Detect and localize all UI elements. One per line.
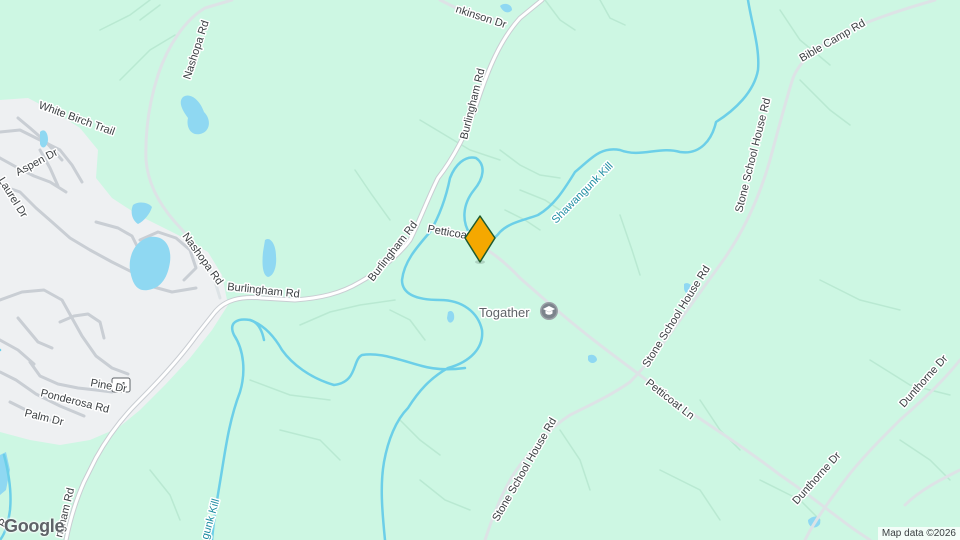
map-canvas[interactable]: 61 Nashopa Rd Nashopa Rd White Birch Tra… bbox=[0, 0, 960, 540]
google-logo: Google bbox=[4, 516, 65, 536]
poi-togather[interactable]: Togather bbox=[478, 302, 558, 322]
map-view[interactable]: 61 Nashopa Rd Nashopa Rd White Birch Tra… bbox=[0, 0, 960, 540]
map-attribution[interactable]: Map data ©2026 bbox=[877, 527, 960, 540]
school-icon[interactable] bbox=[540, 302, 558, 320]
poi-togather-label[interactable]: Togather bbox=[478, 304, 532, 322]
